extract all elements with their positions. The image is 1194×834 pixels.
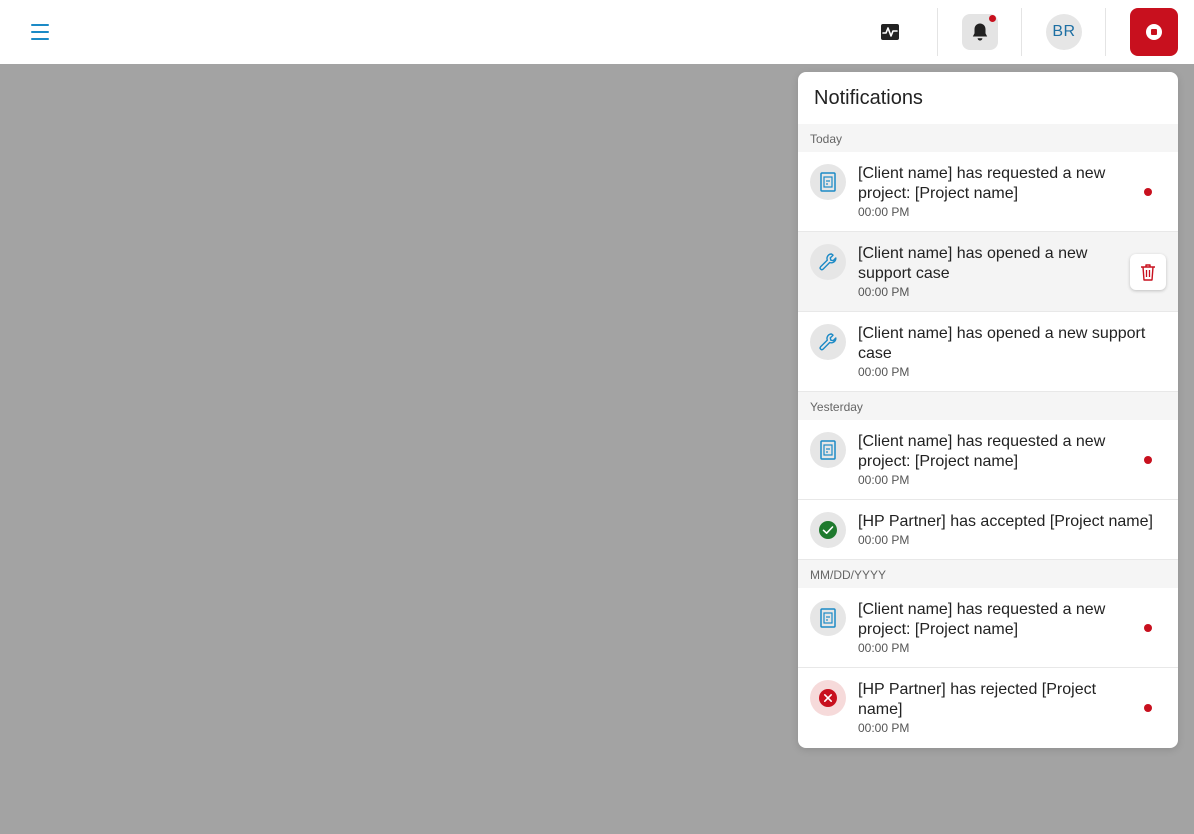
unread-badge [989, 15, 996, 22]
notification-item[interactable]: [Client name] has requested a new projec… [798, 588, 1178, 668]
notification-text: [Client name] has opened a new support c… [858, 245, 1088, 282]
trash-icon [1141, 264, 1155, 281]
wrench-icon [810, 244, 846, 280]
notification-time: 00:00 PM [858, 365, 910, 379]
x-circle-icon [810, 680, 846, 716]
notifications-panel: Notifications Today [Client name] has re… [798, 72, 1178, 748]
toolbar-divider [1021, 8, 1022, 56]
notification-item[interactable]: [HP Partner] has accepted [Project name]… [798, 500, 1178, 560]
notification-text: [Client name] has requested a new projec… [858, 601, 1106, 638]
menu-icon[interactable] [24, 16, 56, 48]
project-icon [810, 164, 846, 200]
notification-text: [Client name] has opened a new support c… [858, 325, 1146, 362]
unread-dot [1144, 456, 1152, 464]
notification-item[interactable]: [Client name] has opened a new support c… [798, 312, 1178, 392]
notification-text: [Client name] has requested a new projec… [858, 433, 1106, 470]
notification-item[interactable]: [Client name] has requested a new projec… [798, 420, 1178, 500]
notification-time: 00:00 PM [858, 721, 910, 735]
notification-item[interactable]: [HP Partner] has rejected [Project name]… [798, 668, 1178, 748]
notification-time: 00:00 PM [858, 205, 910, 219]
toolbar-divider [1105, 8, 1106, 56]
project-icon [810, 600, 846, 636]
notification-text: [Client name] has requested a new projec… [858, 165, 1106, 202]
unread-dot [1144, 704, 1152, 712]
unread-dot [1144, 188, 1152, 196]
activity-icon[interactable] [872, 14, 908, 50]
section-header-date: MM/DD/YYYY [798, 560, 1178, 588]
unread-dot [1144, 624, 1152, 632]
notification-time: 00:00 PM [858, 473, 910, 487]
notification-time: 00:00 PM [858, 285, 910, 299]
panel-title: Notifications [814, 87, 923, 109]
top-bar: BR [0, 0, 1194, 64]
notification-time: 00:00 PM [858, 533, 910, 547]
user-avatar[interactable]: BR [1046, 14, 1082, 50]
notifications-bell-icon[interactable] [962, 14, 998, 50]
delete-button[interactable] [1130, 254, 1166, 290]
wrench-icon [810, 324, 846, 360]
section-header-yesterday: Yesterday [798, 392, 1178, 420]
toolbar-divider [937, 8, 938, 56]
notification-item[interactable]: [Client name] has opened a new support c… [798, 232, 1178, 312]
project-icon [810, 432, 846, 468]
stop-icon[interactable] [1130, 8, 1178, 56]
notification-text: [HP Partner] has accepted [Project name] [858, 513, 1153, 530]
notification-item[interactable]: [Client name] has requested a new projec… [798, 152, 1178, 232]
notification-time: 00:00 PM [858, 641, 910, 655]
check-circle-icon [810, 512, 846, 548]
notification-text: [HP Partner] has rejected [Project name] [858, 681, 1097, 718]
section-header-today: Today [798, 124, 1178, 152]
